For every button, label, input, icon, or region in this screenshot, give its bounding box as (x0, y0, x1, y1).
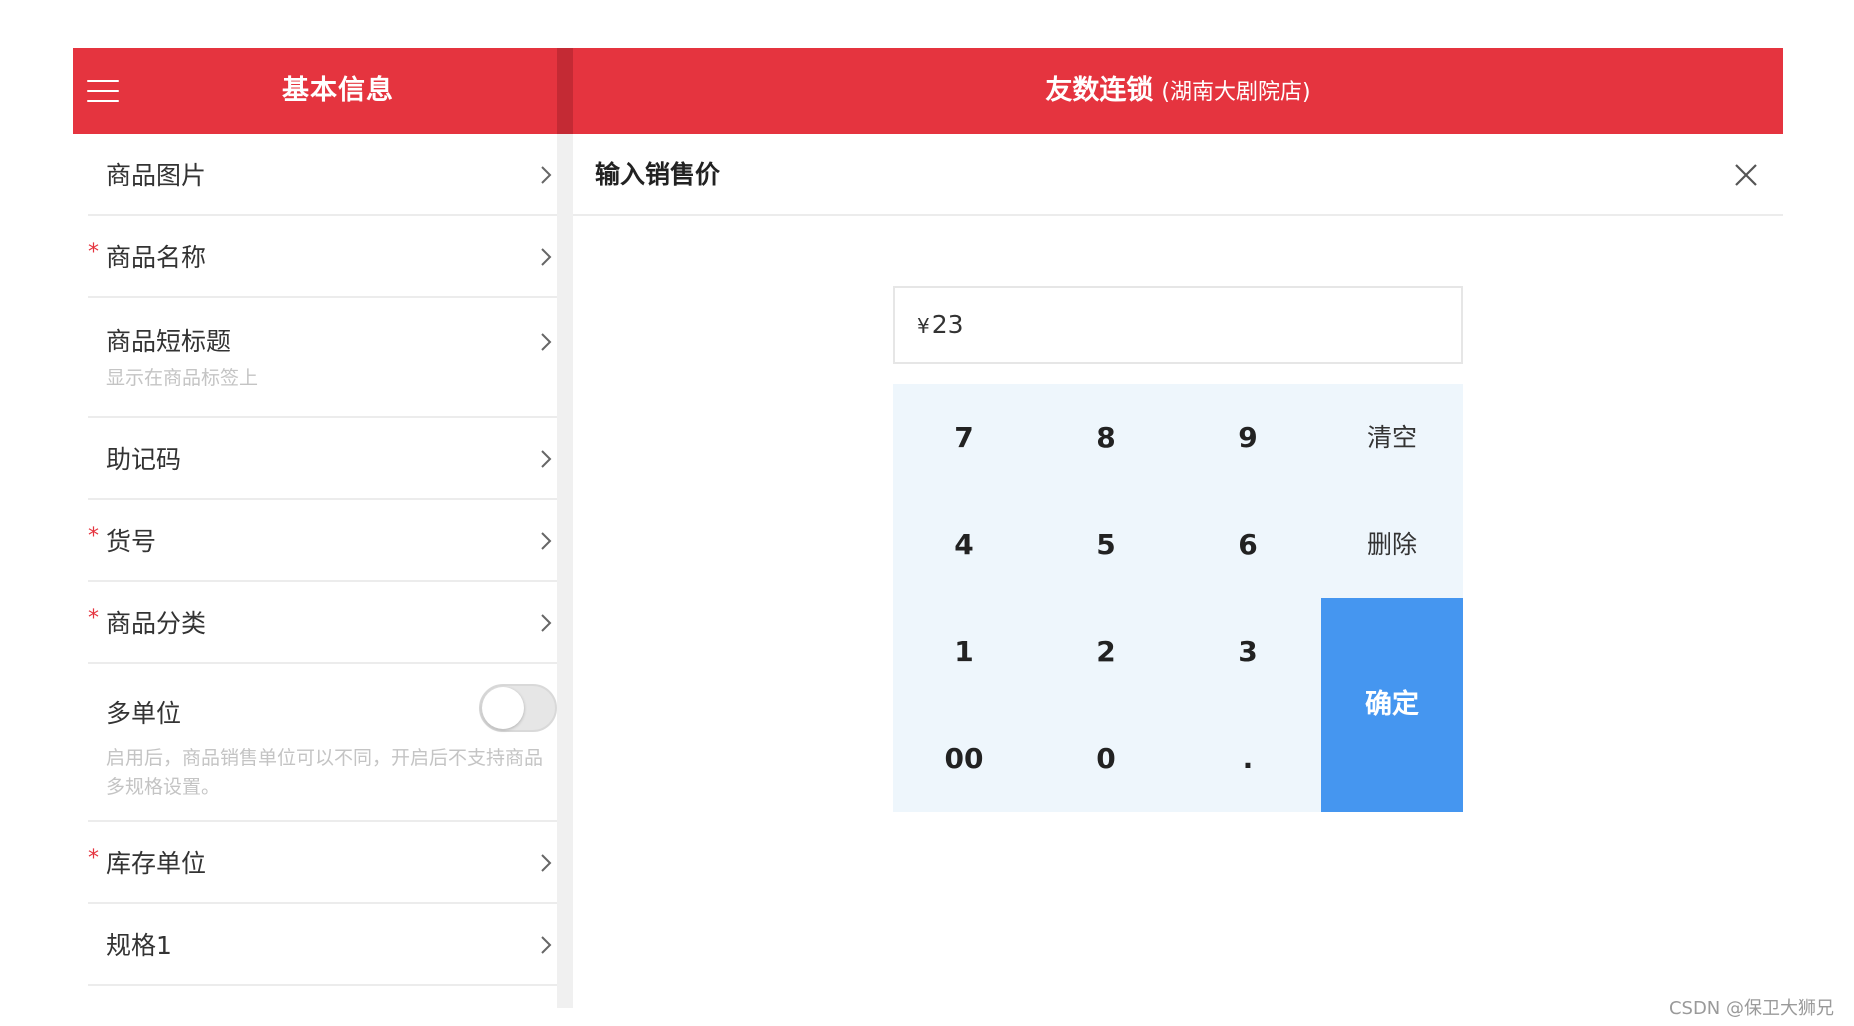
panel-divider (557, 134, 573, 1008)
row-category[interactable]: * 商品分类 (88, 582, 557, 664)
key-2[interactable]: 2 (1035, 598, 1177, 705)
numeric-keypad: 7 8 9 清空 4 5 6 删除 1 2 3 确定 00 0 . (893, 384, 1463, 812)
multi-unit-toggle[interactable] (479, 684, 557, 732)
row-label: 规格1 (106, 931, 172, 960)
row-mnemonic-code[interactable]: 助记码 (88, 418, 557, 500)
price-dialog: 输入销售价 ¥23 7 8 9 清空 4 5 6 删除 1 2 3 确定 00 … (573, 134, 1783, 1008)
app-window: 基本信息 友数连锁 (湖南大剧院店) 商品图片 * 商品名称 商品短标题 显示在商… (73, 48, 1783, 1008)
key-confirm[interactable]: 确定 (1321, 598, 1463, 812)
row-label: 商品短标题 (106, 327, 232, 356)
required-mark: * (88, 846, 99, 871)
key-00[interactable]: 00 (893, 705, 1035, 812)
key-6[interactable]: 6 (1177, 491, 1319, 598)
toggle-knob (482, 687, 524, 729)
key-dot[interactable]: . (1177, 705, 1319, 812)
chevron-right-icon (541, 166, 552, 184)
watermark: CSDN @保卫大狮兄 (1668, 998, 1834, 1019)
price-value: 23 (931, 310, 964, 339)
key-clear[interactable]: 清空 (1321, 384, 1463, 491)
dialog-title: 输入销售价 (595, 160, 721, 189)
row-label: 商品名称 (106, 243, 207, 272)
chevron-right-icon (541, 854, 552, 872)
chevron-right-icon (541, 248, 552, 266)
key-3[interactable]: 3 (1177, 598, 1319, 705)
key-1[interactable]: 1 (893, 598, 1035, 705)
header-title-left: 基本信息 (282, 75, 394, 106)
row-label: 商品图片 (106, 161, 207, 190)
required-mark: * (88, 240, 99, 265)
row-short-title[interactable]: 商品短标题 显示在商品标签上 (88, 298, 557, 418)
store-branch: (湖南大剧院店) (1161, 80, 1311, 105)
key-8[interactable]: 8 (1035, 384, 1177, 491)
row-hint: 启用后，商品销售单位可以不同，开启后不支持商品多规格设置。 (106, 747, 544, 798)
dialog-header: 输入销售价 (573, 134, 1783, 216)
row-label: 助记码 (106, 445, 182, 474)
row-stock-unit[interactable]: * 库存单位 (88, 822, 557, 904)
row-product-name[interactable]: * 商品名称 (88, 216, 557, 298)
header-divider (557, 48, 573, 134)
key-9[interactable]: 9 (1177, 384, 1319, 491)
price-input[interactable]: ¥23 (893, 286, 1463, 364)
required-mark: * (88, 606, 99, 631)
header-title-right: 友数连锁 (湖南大剧院店) (573, 48, 1783, 134)
header-bar: 基本信息 友数连锁 (湖南大剧院店) (73, 48, 1783, 134)
chevron-right-icon (541, 450, 552, 468)
chevron-right-icon (541, 333, 552, 351)
menu-icon[interactable] (87, 75, 119, 107)
row-label: 商品分类 (106, 609, 207, 638)
key-5[interactable]: 5 (1035, 491, 1177, 598)
chevron-right-icon (541, 532, 552, 550)
row-hint: 显示在商品标签上 (106, 367, 259, 389)
row-label: 货号 (106, 527, 157, 556)
chevron-right-icon (541, 614, 552, 632)
row-multi-unit: 多单位 启用后，商品销售单位可以不同，开启后不支持商品多规格设置。 (88, 664, 557, 822)
row-spec-1[interactable]: 规格1 (88, 904, 557, 986)
key-delete[interactable]: 删除 (1321, 491, 1463, 598)
key-7[interactable]: 7 (893, 384, 1035, 491)
close-icon[interactable] (1733, 162, 1759, 188)
chevron-right-icon (541, 936, 552, 954)
store-name: 友数连锁 (1045, 75, 1154, 106)
basic-info-panel: 商品图片 * 商品名称 商品短标题 显示在商品标签上 助记码 * 货号 * 商品… (73, 134, 557, 1008)
row-item-number[interactable]: * 货号 (88, 500, 557, 582)
currency-symbol: ¥ (917, 314, 930, 338)
required-mark: * (88, 524, 99, 549)
row-label: 多单位 (106, 699, 182, 728)
key-4[interactable]: 4 (893, 491, 1035, 598)
key-0[interactable]: 0 (1035, 705, 1177, 812)
row-product-image[interactable]: 商品图片 (88, 134, 557, 216)
row-label: 库存单位 (106, 849, 207, 878)
